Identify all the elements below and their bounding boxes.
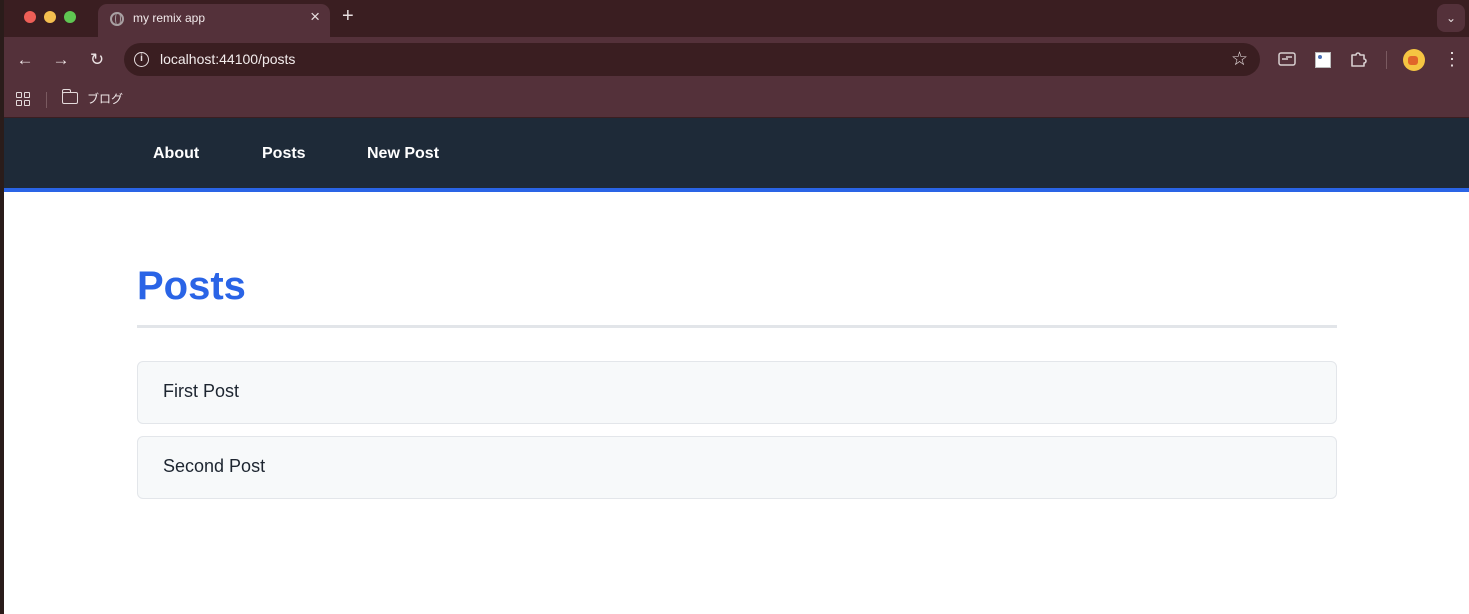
globe-icon bbox=[110, 12, 124, 26]
bookmark-star-icon[interactable]: ☆ bbox=[1231, 48, 1248, 71]
toolbar-divider bbox=[1386, 51, 1387, 69]
tab-search-button[interactable]: ⌄ bbox=[1437, 4, 1465, 32]
back-button[interactable]: ← bbox=[14, 49, 36, 71]
post-card[interactable]: Second Post bbox=[137, 436, 1337, 499]
extension-icon[interactable] bbox=[1315, 52, 1331, 68]
browser-window: my remix app × + ⌄ ← → ↻ i localhost:441… bbox=[4, 0, 1469, 614]
post-title[interactable]: Second Post bbox=[163, 456, 265, 477]
nav-link-about[interactable]: About bbox=[153, 145, 199, 163]
site-nav: About Posts New Post bbox=[4, 118, 1469, 192]
forward-button[interactable]: → bbox=[50, 49, 72, 71]
browser-menu-button[interactable]: ⋮ bbox=[1443, 47, 1461, 71]
maximize-window-button[interactable] bbox=[64, 11, 76, 23]
apps-grid-icon[interactable] bbox=[16, 92, 30, 106]
post-card[interactable]: First Post bbox=[137, 361, 1337, 424]
bookmark-folder-blog[interactable]: ブログ bbox=[87, 90, 123, 107]
bookmarks-bar: ブログ bbox=[4, 83, 1469, 118]
post-title[interactable]: First Post bbox=[163, 381, 239, 402]
folder-icon bbox=[61, 89, 78, 104]
address-bar[interactable]: i localhost:44100/posts ☆ bbox=[124, 43, 1260, 76]
new-tab-button[interactable]: + bbox=[342, 6, 354, 26]
site-info-icon[interactable]: i bbox=[134, 52, 149, 67]
tab-close-button[interactable]: × bbox=[310, 8, 320, 26]
bookmarks-divider bbox=[46, 92, 47, 108]
profile-avatar[interactable] bbox=[1403, 49, 1425, 71]
cast-icon[interactable] bbox=[1277, 49, 1297, 69]
tab-title: my remix app bbox=[133, 11, 206, 25]
page-title: Posts bbox=[137, 264, 246, 308]
title-divider bbox=[137, 325, 1337, 328]
url-text[interactable]: localhost:44100/posts bbox=[160, 51, 295, 67]
browser-tab[interactable]: my remix app × bbox=[98, 4, 330, 37]
tab-strip: my remix app × + ⌄ bbox=[4, 0, 1469, 37]
minimize-window-button[interactable] bbox=[44, 11, 56, 23]
extensions-puzzle-icon[interactable] bbox=[1348, 49, 1368, 69]
nav-link-new-post[interactable]: New Post bbox=[367, 145, 439, 163]
close-window-button[interactable] bbox=[24, 11, 36, 23]
reload-button[interactable]: ↻ bbox=[86, 49, 108, 71]
nav-link-posts[interactable]: Posts bbox=[262, 145, 306, 163]
browser-toolbar: ← → ↻ i localhost:44100/posts ☆ ⋮ bbox=[4, 37, 1469, 83]
